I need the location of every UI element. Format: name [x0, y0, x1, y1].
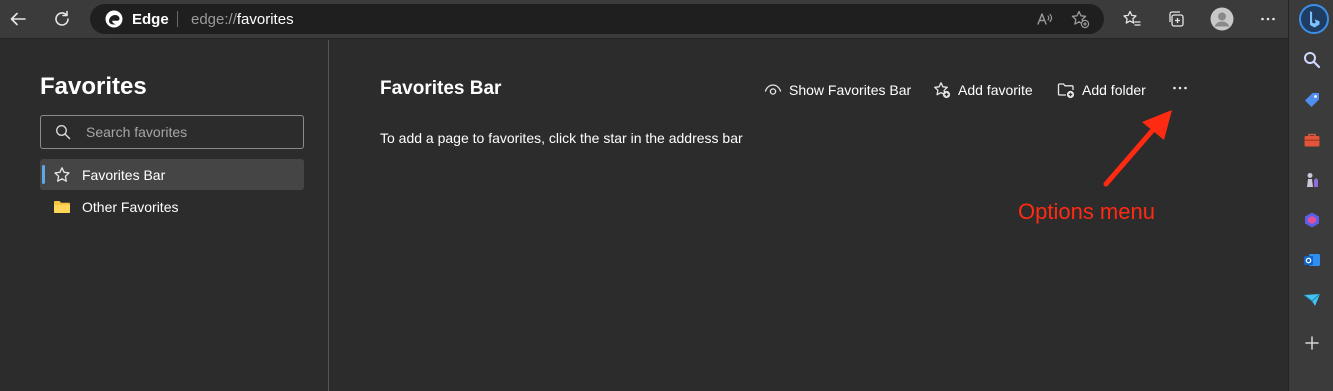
search-input[interactable]: [86, 122, 291, 142]
outlook-icon[interactable]: [1303, 251, 1321, 269]
add-icon[interactable]: [1303, 334, 1321, 352]
send-telegram-icon[interactable]: [1303, 291, 1321, 309]
empty-state-message: To add a page to favorites, click the st…: [380, 130, 743, 146]
settings-and-more-button[interactable]: [1253, 4, 1283, 34]
bing-copilot-icon[interactable]: [1299, 4, 1329, 34]
ellipsis-icon: [1173, 86, 1187, 90]
search-icon[interactable]: [1303, 51, 1321, 69]
browser-toolbar: Edge edge://favorites: [0, 0, 1288, 39]
favorites-button[interactable]: [1117, 4, 1147, 34]
show-favorites-bar-button[interactable]: Show Favorites Bar: [764, 80, 911, 100]
games-chess-icon[interactable]: [1303, 171, 1321, 189]
favorites-navigation-pane: Favorites Favorites Bar Other Favorites: [0, 40, 329, 391]
page-title: Favorites: [40, 73, 147, 100]
tree-item-favorites-bar[interactable]: Favorites Bar: [40, 159, 304, 190]
shopping-tag-icon[interactable]: [1303, 91, 1321, 109]
back-arrow-icon: [10, 12, 26, 26]
profile-button[interactable]: [1207, 4, 1237, 34]
edge-logo-icon: [105, 10, 123, 28]
add-favorite-button[interactable]: Add favorite: [933, 80, 1033, 100]
search-box[interactable]: [40, 115, 304, 149]
url-path: favorites: [236, 11, 294, 28]
star-icon: [54, 167, 70, 182]
add-folder-label: Add folder: [1082, 82, 1146, 98]
edge-sidebar: [1288, 0, 1333, 391]
address-url[interactable]: edge://favorites: [191, 11, 294, 28]
refresh-icon: [55, 10, 69, 26]
options-menu-button[interactable]: [1168, 78, 1192, 98]
folder-add-icon: [1057, 83, 1075, 99]
avatar-icon: [1210, 7, 1234, 31]
star-add-icon: [934, 82, 951, 99]
eye-icon: [764, 84, 782, 95]
add-favorite-label: Add favorite: [958, 82, 1033, 98]
favorites-star-list-icon: [1123, 10, 1141, 26]
collections-icon: [1169, 11, 1184, 27]
tree-item-other-favorites[interactable]: Other Favorites: [40, 191, 304, 222]
selection-indicator: [42, 165, 45, 184]
refresh-button[interactable]: [47, 4, 77, 34]
tree-item-label: Other Favorites: [82, 199, 179, 215]
url-scheme: edge://: [191, 11, 237, 28]
add-folder-button[interactable]: Add folder: [1057, 80, 1146, 100]
collections-button[interactable]: [1161, 4, 1191, 34]
back-button[interactable]: [3, 4, 33, 34]
add-to-favorites-icon[interactable]: [1070, 9, 1090, 29]
read-aloud-icon[interactable]: [1035, 9, 1055, 29]
show-favorites-bar-label: Show Favorites Bar: [789, 82, 912, 98]
address-app-name: Edge: [132, 11, 169, 28]
annotation-label: Options menu: [1018, 199, 1155, 224]
folder-title: Favorites Bar: [380, 78, 502, 99]
address-divider: [177, 11, 178, 27]
search-icon: [55, 124, 71, 140]
folder-icon: [54, 201, 70, 213]
tools-briefcase-icon[interactable]: [1303, 131, 1321, 149]
ellipsis-icon: [1261, 17, 1275, 21]
microsoft-365-icon[interactable]: [1303, 211, 1321, 229]
tree-item-label: Favorites Bar: [82, 167, 166, 183]
address-bar[interactable]: Edge edge://favorites: [90, 4, 1104, 34]
annotation-arrow-icon: [1103, 110, 1172, 187]
